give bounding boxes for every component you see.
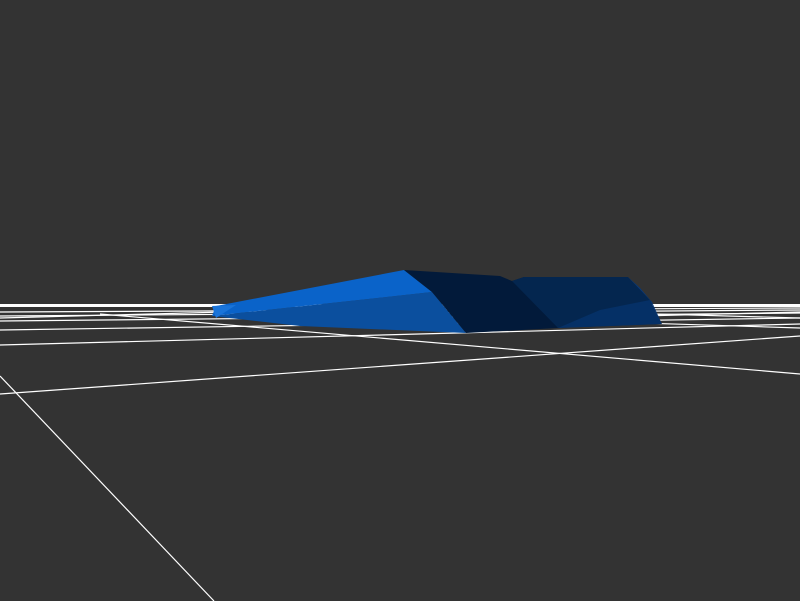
3d-viewport[interactable]	[0, 0, 800, 601]
3d-scene[interactable]	[0, 0, 800, 601]
